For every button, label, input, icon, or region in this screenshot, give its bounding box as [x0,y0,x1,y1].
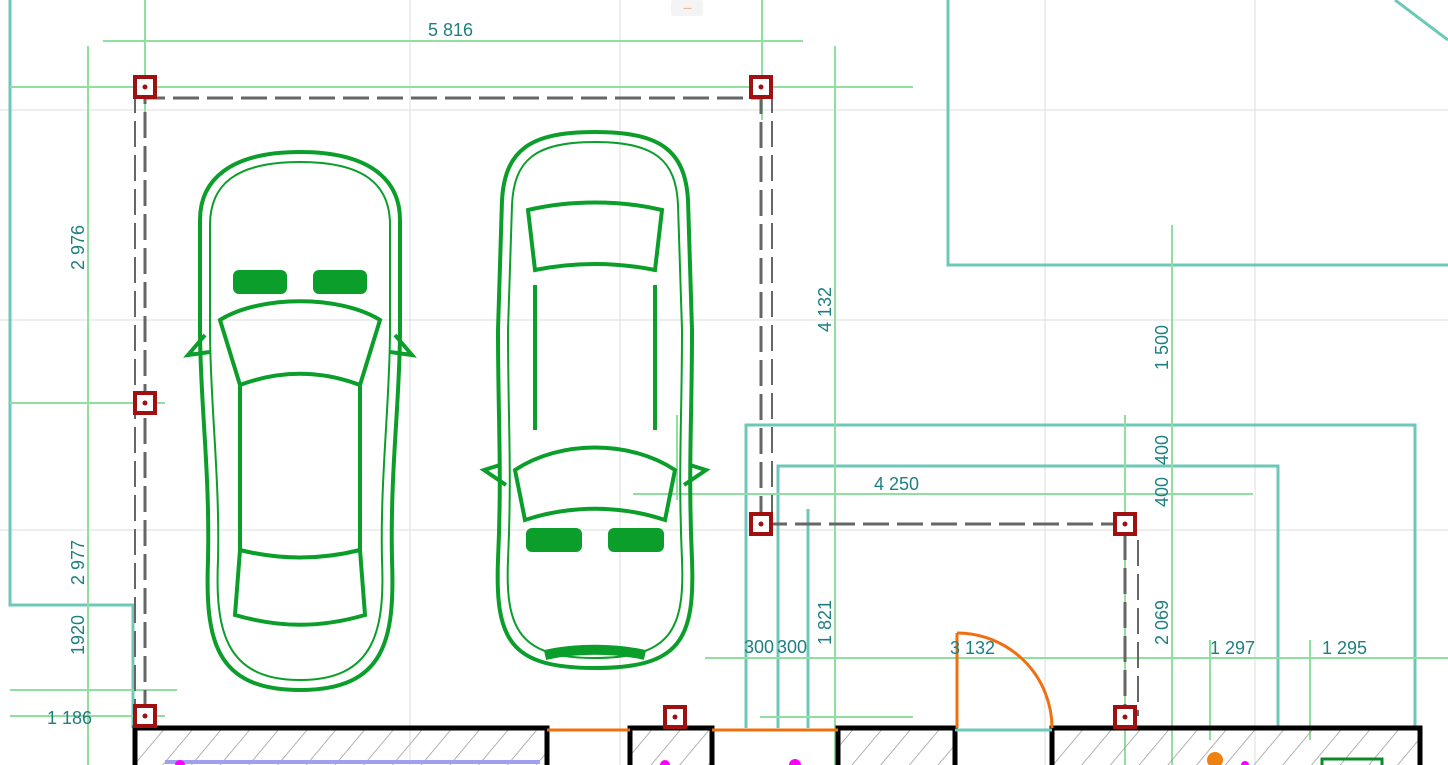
dashed-walls[interactable] [134,87,1139,716]
dimension-label[interactable]: 300 [744,637,774,657]
dimension-label[interactable]: 4 250 [874,474,919,494]
floor-plan-canvas[interactable]: 5 816 2 976 2 977 1920 1 186 4 132 1 500… [0,0,1448,765]
dimension-label[interactable]: 2 976 [68,225,88,270]
dimension-label[interactable]: 400 [1152,435,1172,465]
dimension-label[interactable]: 1 186 [47,708,92,728]
car-top-view-icon[interactable] [479,129,711,671]
dimension-label[interactable]: 400 [1152,477,1172,507]
bottom-wall[interactable] [132,725,1423,765]
car-top-view-icon[interactable] [183,149,417,693]
dimension-label[interactable]: 1920 [68,615,88,655]
dimension-label[interactable]: 1 500 [1152,325,1172,370]
dimension-labels[interactable]: 5 816 2 976 2 977 1920 1 186 4 132 1 500… [47,20,1367,728]
dimension-label[interactable]: 4 132 [815,287,835,332]
columns[interactable] [133,75,1137,729]
dimension-label[interactable]: 300 [777,637,807,657]
dimension-label[interactable]: 1 295 [1322,638,1367,658]
zone-outlines [8,0,1448,728]
dimension-label[interactable]: 5 816 [428,20,473,40]
dimension-label[interactable]: 1 297 [1210,638,1255,658]
dimension-label[interactable]: 2 977 [68,540,88,585]
dimension-label[interactable]: 1 821 [815,600,835,645]
drag-handle-button[interactable]: ---- [671,0,703,16]
dimension-label[interactable]: 3 132 [950,638,995,658]
handle-label: ---- [683,3,692,13]
dimension-label[interactable]: 2 069 [1152,600,1172,645]
